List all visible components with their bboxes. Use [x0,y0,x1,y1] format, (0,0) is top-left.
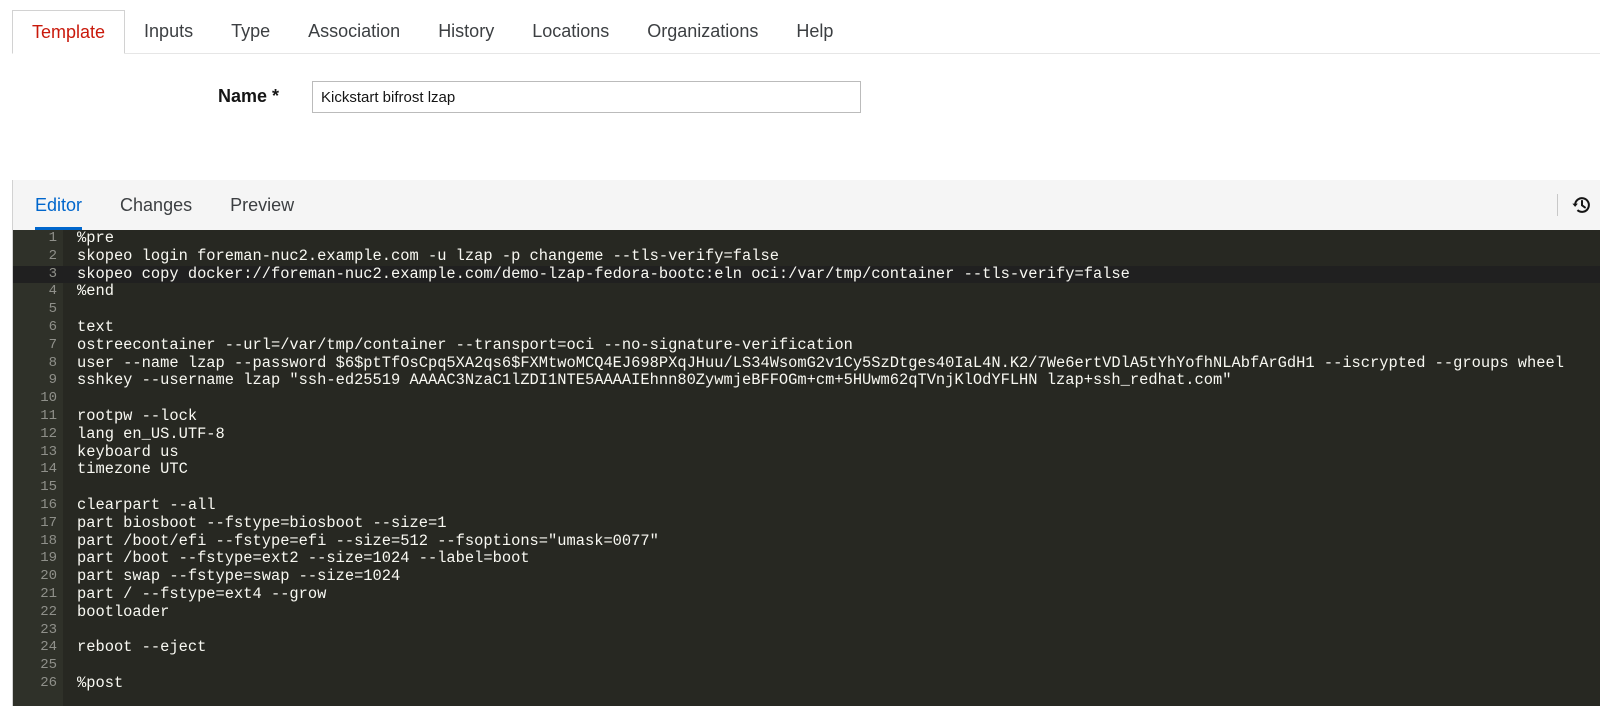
code-text: sshkey --username lzap "ssh-ed25519 AAAA… [77,371,1232,390]
revert-history-button[interactable] [1568,191,1596,219]
line-number: 10 [40,390,57,407]
code-text: %post [77,673,124,692]
code-line[interactable]: 14 timezone UTC [13,461,1600,479]
code-line[interactable]: 9 sshkey --username lzap "ssh-ed25519 AAA… [13,372,1600,390]
code-text: part swap --fstype=swap --size=1024 [77,567,401,586]
code-text: ostreecontainer --url=/var/tmp/container… [77,335,853,354]
line-number: 18 [40,532,57,549]
code-line[interactable]: 12 lang en_US.UTF-8 [13,424,1600,444]
line-number: 24 [40,639,57,656]
template-editor: Editor Changes Preview 1 %pre 2 skopeo logi… [12,180,1600,706]
code-line[interactable]: 11 rootpw --lock [13,406,1600,426]
code-line[interactable]: 5 [13,301,1600,319]
code-line[interactable]: 4 %end [13,283,1600,301]
code-text: clearpart --all [77,495,216,514]
tab-help[interactable]: Help [777,10,852,53]
line-number: 4 [48,283,57,300]
code-line[interactable]: 6 text [13,317,1600,337]
line-number: 6 [48,318,57,335]
template-tabs: Template Inputs Type Association History… [12,10,1600,54]
line-number: 7 [48,336,57,353]
code-text: timezone UTC [77,460,188,479]
line-number: 15 [40,479,57,496]
code-line[interactable]: 17 part biosboot --fstype=biosboot --size… [13,513,1600,533]
code-line[interactable]: 21 part / --fstype=ext4 --grow [13,584,1600,604]
name-label: Name * [218,86,280,106]
code-line[interactable]: 1 %pre [13,230,1600,248]
history-icon [1572,197,1590,213]
line-number: 11 [40,407,57,424]
code-text: text [77,317,114,336]
code-text: %end [77,282,114,301]
code-text: part biosboot --fstype=biosboot --size=1 [77,513,447,532]
line-number: 23 [40,621,57,638]
line-number: 19 [40,550,57,567]
code-line[interactable]: 18 part /boot/efi --fstype=efi --size=512… [13,531,1600,551]
code-line[interactable]: 3 skopeo copy docker://foreman-nuc2.examp… [13,264,1600,284]
line-number: 25 [40,657,57,674]
tab-changes[interactable]: Changes [101,180,211,230]
code-editor[interactable]: 1 %pre 2 skopeo login foreman-nuc2.example.… [13,230,1600,706]
code-text: keyboard us [77,442,179,461]
line-number: 8 [48,354,57,371]
code-line[interactable]: 25 [13,657,1600,675]
code-line[interactable]: 19 part /boot --fstype=ext2 --size=1024 -… [13,550,1600,568]
code-line[interactable]: 7 ostreecontainer --url=/var/tmp/containe… [13,335,1600,355]
code-line[interactable]: 13 keyboard us [13,442,1600,462]
code-line[interactable]: 2 skopeo login foreman-nuc2.example.com -… [13,246,1600,266]
code-line[interactable]: 22 bootloader [13,602,1600,622]
tab-type[interactable]: Type [212,10,289,53]
code-line[interactable]: 8 user --name lzap --password $6$ptTfOsCp… [13,353,1600,373]
tab-preview[interactable]: Preview [211,180,313,230]
tab-locations[interactable]: Locations [513,10,628,53]
toolbar-divider [1557,194,1558,216]
code-text: reboot --eject [77,638,207,657]
code-line[interactable]: 23 [13,622,1600,640]
tab-editor[interactable]: Editor [13,180,101,230]
editor-tabs: Editor Changes Preview [13,180,1600,230]
code-text: skopeo login foreman-nuc2.example.com -u… [77,246,779,265]
name-input[interactable] [312,81,861,113]
code-line[interactable]: 26 %post [13,673,1600,693]
code-line[interactable]: 24 reboot --eject [13,639,1600,657]
line-number: 9 [48,372,57,389]
tab-organizations[interactable]: Organizations [628,10,777,53]
code-text: lang en_US.UTF-8 [77,424,225,443]
code-lines: 1 %pre 2 skopeo login foreman-nuc2.example.… [13,230,1600,693]
line-number: 22 [40,603,57,620]
line-number: 16 [40,496,57,513]
line-number: 21 [40,585,57,602]
line-number: 13 [40,443,57,460]
tab-inputs[interactable]: Inputs [125,10,212,53]
tab-history[interactable]: History [419,10,513,53]
line-number: 20 [40,568,57,585]
tab-association[interactable]: Association [289,10,419,53]
code-text: skopeo copy docker://foreman-nuc2.exampl… [77,264,1130,283]
code-line[interactable]: 15 [13,479,1600,497]
line-number: 17 [40,514,57,531]
code-line[interactable]: 10 [13,390,1600,408]
tab-template[interactable]: Template [12,10,126,54]
line-number: 14 [40,461,57,478]
code-text: user --name lzap --password $6$ptTfOsCpq… [77,353,1564,372]
line-number: 12 [40,425,57,442]
code-text: part /boot/efi --fstype=efi --size=512 -… [77,531,659,550]
line-number: 1 [48,230,57,246]
code-text: bootloader [77,602,170,621]
code-line[interactable]: 16 clearpart --all [13,495,1600,515]
code-text: rootpw --lock [77,406,198,425]
line-number: 26 [40,674,57,691]
line-number: 2 [48,247,57,264]
code-line[interactable]: 20 part swap --fstype=swap --size=1024 [13,567,1600,586]
code-text: %pre [77,230,114,247]
code-text: part / --fstype=ext4 --grow [77,584,327,603]
line-number: 5 [48,301,57,318]
line-number: 3 [48,265,57,282]
code-text: part /boot --fstype=ext2 --size=1024 --l… [77,549,530,568]
